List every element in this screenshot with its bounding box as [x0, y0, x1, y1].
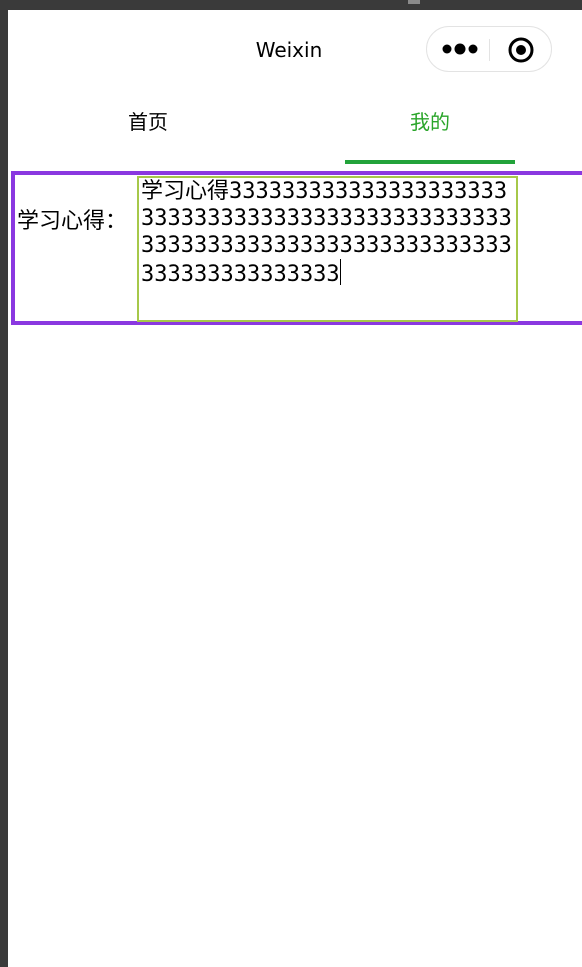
text-caret: [339, 259, 341, 285]
more-dots-icon[interactable]: [441, 41, 481, 57]
navigation-bar: Weixin: [8, 10, 582, 90]
mini-program-page: Weixin 首页 我的 学习心得： 学习心得33333333333333333…: [8, 10, 582, 967]
window-handle: [408, 0, 420, 4]
study-notes-label: 学习心得：: [17, 209, 128, 234]
tab-mine-label: 我的: [410, 110, 450, 134]
study-notes-row: 学习心得： 学习心得333333333333333333333333333333…: [11, 171, 582, 325]
tab-bar: 首页 我的: [8, 100, 582, 166]
capsule-divider: [489, 39, 490, 61]
study-notes-textarea[interactable]: 学习心得333333333333333333333333333333333333…: [137, 176, 518, 322]
tab-home-label: 首页: [128, 110, 168, 134]
capsule-menu: [426, 26, 552, 72]
active-tab-indicator: [345, 160, 515, 164]
window-top-edge: [0, 0, 582, 10]
target-circle-icon[interactable]: [507, 36, 535, 64]
tab-home[interactable]: 首页: [78, 100, 218, 166]
study-notes-text: 学习心得333333333333333333333333333333333333…: [141, 179, 512, 287]
tab-mine[interactable]: 我的: [345, 100, 515, 166]
